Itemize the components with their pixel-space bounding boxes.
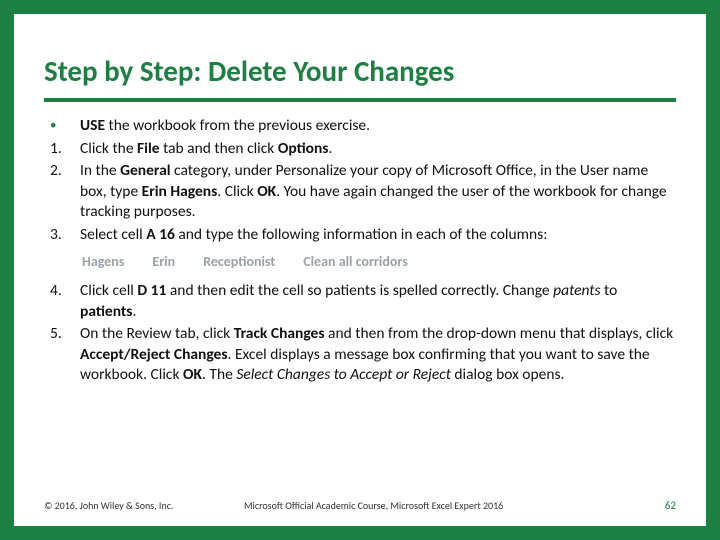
step-number: 1. (44, 139, 80, 159)
footer: © 2016, John Wiley & Sons, Inc. Microsof… (44, 499, 676, 512)
steps-list: • USE the workbook from the previous exe… (44, 116, 676, 386)
step-text: Select cell A 16 and type the following … (80, 225, 676, 245)
step-1: 1. Click the File tab and then click Opt… (44, 139, 676, 159)
cell-firstname: Erin (152, 253, 175, 271)
step-3: 3. Select cell A 16 and type the followi… (44, 225, 676, 245)
intro-rest: the workbook from the previous exercise. (105, 116, 370, 135)
bullet-icon: • (44, 116, 80, 137)
step-text: Click cell D 11 and then edit the cell s… (80, 281, 676, 322)
step-text: Click the File tab and then click Option… (80, 139, 676, 159)
slide: Step by Step: Delete Your Changes • USE … (14, 14, 706, 526)
page-title: Step by Step: Delete Your Changes (44, 56, 676, 88)
step-4: 4. Click cell D 11 and then edit the cel… (44, 281, 676, 322)
cell-lastname: Hagens (82, 253, 124, 271)
step-number: 5. (44, 324, 80, 385)
step-text: In the General category, under Personali… (80, 161, 676, 222)
cell-title: Receptionist (203, 253, 275, 271)
row-data-preview: Hagens Erin Receptionist Clean all corri… (82, 253, 676, 271)
step-number: 3. (44, 225, 80, 245)
step-number: 4. (44, 281, 80, 322)
copyright: © 2016, John Wiley & Sons, Inc. (44, 499, 173, 512)
step-2: 2. In the General category, under Person… (44, 161, 676, 222)
course-name: Microsoft Official Academic Course, Micr… (244, 499, 503, 512)
cell-task: Clean all corridors (303, 253, 408, 271)
intro-row: • USE the workbook from the previous exe… (44, 116, 676, 137)
page-number: 62 (665, 499, 676, 512)
title-rule (44, 98, 676, 102)
intro-bold: USE (80, 116, 105, 135)
step-number: 2. (44, 161, 80, 222)
intro-text: USE the workbook from the previous exerc… (80, 116, 676, 137)
step-text: On the Review tab, click Track Changes a… (80, 324, 676, 385)
step-5: 5. On the Review tab, click Track Change… (44, 324, 676, 385)
